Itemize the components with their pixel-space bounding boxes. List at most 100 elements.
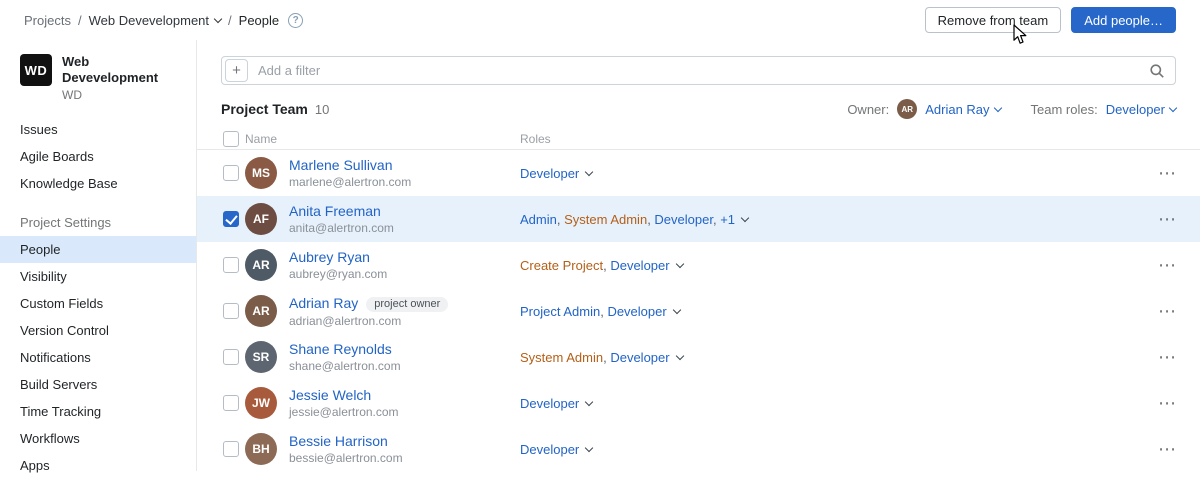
row-checkbox[interactable] bbox=[223, 303, 239, 319]
member-name[interactable]: Jessie Welch bbox=[289, 387, 371, 403]
role-link[interactable]: Developer bbox=[520, 442, 579, 457]
team-roles-select[interactable]: Developer bbox=[1106, 102, 1176, 117]
more-options-button[interactable]: ⋯ bbox=[1158, 440, 1176, 458]
role-link[interactable]: Developer bbox=[610, 258, 669, 273]
project-avatar: WD bbox=[20, 54, 52, 86]
add-filter-button[interactable]: + bbox=[225, 59, 248, 82]
sidebar-item-version-control[interactable]: Version Control bbox=[0, 317, 196, 344]
sidebar-item-label: Issues bbox=[20, 122, 58, 137]
breadcrumb-projects[interactable]: Projects bbox=[24, 13, 71, 28]
breadcrumb-project[interactable]: Web Devevelopment bbox=[89, 13, 221, 28]
breadcrumb-page[interactable]: People bbox=[239, 13, 279, 28]
chevron-down-icon[interactable] bbox=[677, 264, 683, 267]
breadcrumb-project-label: Web Devevelopment bbox=[89, 13, 209, 28]
row-checkbox[interactable] bbox=[223, 257, 239, 273]
sidebar-item-custom-fields[interactable]: Custom Fields bbox=[0, 290, 196, 317]
member-name[interactable]: Shane Reynolds bbox=[289, 341, 392, 357]
more-options-button[interactable]: ⋯ bbox=[1158, 348, 1176, 366]
chevron-down-icon[interactable] bbox=[742, 218, 748, 221]
add-people-button[interactable]: Add people… bbox=[1071, 7, 1176, 33]
select-all-checkbox[interactable] bbox=[223, 131, 239, 147]
sidebar-item-label: Version Control bbox=[20, 323, 109, 338]
role-link[interactable]: +1 bbox=[720, 212, 735, 227]
role-link[interactable]: Project Admin bbox=[520, 304, 600, 319]
search-icon[interactable] bbox=[1149, 63, 1165, 79]
more-options-button[interactable]: ⋯ bbox=[1158, 302, 1176, 320]
member-email: adrian@alertron.com bbox=[289, 314, 520, 328]
table-row: AR Aubrey Ryan aubrey@ryan.com Create Pr… bbox=[197, 242, 1200, 288]
row-checkbox[interactable] bbox=[223, 165, 239, 181]
member-email: marlene@alertron.com bbox=[289, 175, 520, 189]
sidebar-item-visibility[interactable]: Visibility bbox=[0, 263, 196, 290]
chevron-down-icon[interactable] bbox=[586, 172, 592, 175]
chevron-down-icon[interactable] bbox=[586, 448, 592, 451]
table-row: AF Anita Freeman anita@alertron.com Admi… bbox=[197, 196, 1200, 242]
role-link[interactable]: Developer bbox=[520, 166, 579, 181]
member-name[interactable]: Anita Freeman bbox=[289, 203, 381, 219]
project-name: Web Devevelopment bbox=[62, 54, 182, 86]
member-name[interactable]: Aubrey Ryan bbox=[289, 249, 370, 265]
avatar: AF bbox=[245, 203, 277, 235]
remove-from-team-button[interactable]: Remove from team bbox=[925, 7, 1062, 33]
more-options-button[interactable]: ⋯ bbox=[1158, 164, 1176, 182]
more-options-button[interactable]: ⋯ bbox=[1158, 256, 1176, 274]
role-link[interactable]: Create Project bbox=[520, 258, 603, 273]
roles-list: Developer bbox=[520, 166, 579, 181]
sidebar-item-notifications[interactable]: Notifications bbox=[0, 344, 196, 371]
chevron-down-icon[interactable] bbox=[674, 310, 680, 313]
sidebar-item-time-tracking[interactable]: Time Tracking bbox=[0, 398, 196, 425]
sidebar-item-label: Build Servers bbox=[20, 377, 97, 392]
topbar-actions: Remove from team Add people… bbox=[925, 7, 1176, 33]
sidebar-item-build-servers[interactable]: Build Servers bbox=[0, 371, 196, 398]
sidebar-nav: Issues Agile Boards Knowledge Base bbox=[0, 116, 196, 197]
avatar: AR bbox=[245, 295, 277, 327]
row-checkbox[interactable] bbox=[223, 211, 239, 227]
chevron-down-icon[interactable] bbox=[586, 402, 592, 405]
owner-badge: project owner bbox=[366, 297, 448, 312]
role-link[interactable]: Admin bbox=[520, 212, 557, 227]
breadcrumb-separator: / bbox=[228, 13, 232, 28]
sidebar-item-label: Knowledge Base bbox=[20, 176, 118, 191]
page-layout: WD Web Devevelopment WD Issues Agile Boa… bbox=[0, 40, 1200, 471]
roles-list: Admin, System Admin, Developer, +1 bbox=[520, 212, 735, 227]
help-icon[interactable]: ? bbox=[288, 13, 303, 28]
row-checkbox[interactable] bbox=[223, 395, 239, 411]
role-link[interactable]: Developer bbox=[654, 212, 713, 227]
sidebar-settings-nav: People Visibility Custom Fields Version … bbox=[0, 236, 196, 479]
role-link[interactable]: System Admin bbox=[520, 350, 603, 365]
owner-select[interactable]: Adrian Ray bbox=[925, 102, 1000, 117]
role-link[interactable]: System Admin bbox=[564, 212, 647, 227]
project-card[interactable]: WD Web Devevelopment WD bbox=[0, 54, 196, 116]
sidebar-item-people[interactable]: People bbox=[0, 236, 196, 263]
owner-name: Adrian Ray bbox=[925, 102, 989, 117]
sidebar-item-agile-boards[interactable]: Agile Boards bbox=[0, 143, 196, 170]
sidebar-item-label: Custom Fields bbox=[20, 296, 103, 311]
role-link[interactable]: Developer bbox=[607, 304, 666, 319]
role-link[interactable]: Developer bbox=[520, 396, 579, 411]
sidebar-item-apps[interactable]: Apps bbox=[0, 452, 196, 479]
chevron-down-icon bbox=[993, 103, 1001, 111]
more-options-button[interactable]: ⋯ bbox=[1158, 210, 1176, 228]
row-checkbox[interactable] bbox=[223, 349, 239, 365]
roles-list: System Admin, Developer bbox=[520, 350, 670, 365]
sidebar-item-knowledge-base[interactable]: Knowledge Base bbox=[0, 170, 196, 197]
row-checkbox[interactable] bbox=[223, 441, 239, 457]
filter-input[interactable] bbox=[258, 63, 1149, 78]
sidebar-item-label: Workflows bbox=[20, 431, 80, 446]
member-name[interactable]: Adrian Ray bbox=[289, 295, 358, 311]
member-name[interactable]: Marlene Sullivan bbox=[289, 157, 393, 173]
avatar: JW bbox=[245, 387, 277, 419]
role-link[interactable]: Developer bbox=[610, 350, 669, 365]
chevron-down-icon[interactable] bbox=[677, 356, 683, 359]
member-email: jessie@alertron.com bbox=[289, 405, 520, 419]
team-title: Project Team bbox=[221, 101, 308, 117]
owner-label: Owner: bbox=[847, 102, 889, 117]
breadcrumb-separator: / bbox=[78, 13, 82, 28]
avatar: SR bbox=[245, 341, 277, 373]
more-options-button[interactable]: ⋯ bbox=[1158, 394, 1176, 412]
member-name[interactable]: Bessie Harrison bbox=[289, 433, 388, 449]
sidebar-item-workflows[interactable]: Workflows bbox=[0, 425, 196, 452]
breadcrumb: Projects / Web Devevelopment / People ? bbox=[24, 13, 303, 28]
sidebar-item-issues[interactable]: Issues bbox=[0, 116, 196, 143]
team-roles-label: Team roles: bbox=[1031, 102, 1098, 117]
